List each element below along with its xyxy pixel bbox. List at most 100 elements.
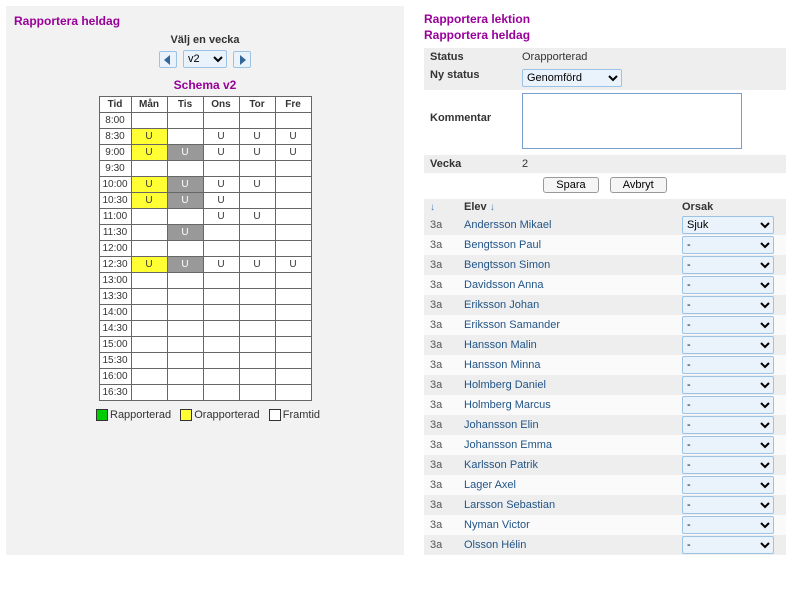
schema-title: Schema v2 — [14, 78, 396, 92]
schedule-cell — [167, 353, 203, 369]
student-link[interactable]: Holmberg Daniel — [464, 379, 546, 391]
student-link[interactable]: Hansson Malin — [464, 339, 537, 351]
time-cell: 10:00 — [99, 177, 131, 193]
time-cell: 9:00 — [99, 145, 131, 161]
student-link[interactable]: Davidsson Anna — [464, 279, 544, 291]
schedule-cell — [167, 289, 203, 305]
schedule-cell[interactable]: U — [167, 257, 203, 273]
cause-select[interactable]: - — [682, 336, 774, 354]
student-class: 3a — [424, 215, 458, 235]
student-link[interactable]: Johansson Elin — [464, 419, 539, 431]
schedule-cell — [131, 225, 167, 241]
schedule-cell — [275, 241, 311, 257]
schedule-cell[interactable]: U — [203, 257, 239, 273]
comment-textarea[interactable] — [522, 93, 742, 149]
schedule-cell[interactable]: U — [275, 129, 311, 145]
schedule-cell — [167, 385, 203, 401]
student-link[interactable]: Eriksson Samander — [464, 319, 560, 331]
schedule-cell[interactable]: U — [167, 225, 203, 241]
prev-week-button[interactable] — [159, 51, 177, 68]
cause-select[interactable]: - — [682, 396, 774, 414]
cause-select[interactable]: Sjuk — [682, 216, 774, 234]
student-link[interactable]: Johansson Emma — [464, 439, 552, 451]
time-cell: 15:00 — [99, 337, 131, 353]
schedule-cell[interactable]: U — [239, 209, 275, 225]
schedule-cell[interactable]: U — [203, 129, 239, 145]
cause-select[interactable]: - — [682, 356, 774, 374]
schedule-cell[interactable]: U — [239, 177, 275, 193]
schedule-cell — [203, 113, 239, 129]
student-link[interactable]: Hansson Minna — [464, 359, 540, 371]
cause-select[interactable]: - — [682, 416, 774, 434]
student-link[interactable]: Holmberg Marcus — [464, 399, 551, 411]
sched-col-header: Fre — [275, 97, 311, 113]
student-link[interactable]: Bengtsson Paul — [464, 239, 541, 251]
new-status-select[interactable]: Genomförd — [522, 69, 622, 87]
student-link[interactable]: Olsson Hélin — [464, 539, 526, 551]
next-week-button[interactable] — [233, 51, 251, 68]
students-table: ↓ Elev ↓ Orsak 3aAndersson MikaelSjuk3aB… — [424, 199, 786, 555]
student-class: 3a — [424, 315, 458, 335]
cause-select[interactable]: - — [682, 516, 774, 534]
schedule-cell[interactable]: U — [131, 193, 167, 209]
schedule-cell — [203, 225, 239, 241]
schedule-cell[interactable]: U — [131, 145, 167, 161]
student-link[interactable]: Nyman Victor — [464, 519, 530, 531]
student-link[interactable]: Andersson Mikael — [464, 219, 551, 231]
week-select[interactable]: v2 — [183, 50, 227, 68]
schedule-cell — [275, 305, 311, 321]
schedule-cell[interactable]: U — [131, 129, 167, 145]
schedule-cell — [203, 337, 239, 353]
student-link[interactable]: Eriksson Johan — [464, 299, 539, 311]
student-link[interactable]: Bengtsson Simon — [464, 259, 550, 271]
schedule-cell[interactable]: U — [275, 257, 311, 273]
student-class: 3a — [424, 535, 458, 555]
save-button[interactable]: Spara — [543, 177, 598, 193]
cancel-button[interactable]: Avbryt — [610, 177, 667, 193]
student-class: 3a — [424, 415, 458, 435]
schedule-cell[interactable]: U — [131, 177, 167, 193]
lesson-form: Status Orapporterad Ny status Genomförd … — [424, 48, 786, 173]
schedule-cell[interactable]: U — [239, 145, 275, 161]
cause-select[interactable]: - — [682, 296, 774, 314]
cause-select[interactable]: - — [682, 256, 774, 274]
cause-select[interactable]: - — [682, 376, 774, 394]
schedule-cell[interactable]: U — [167, 145, 203, 161]
cause-select[interactable]: - — [682, 236, 774, 254]
cause-select[interactable]: - — [682, 496, 774, 514]
student-link[interactable]: Lager Axel — [464, 479, 516, 491]
cause-select[interactable]: - — [682, 476, 774, 494]
cause-select[interactable]: - — [682, 536, 774, 554]
schedule-cell — [167, 321, 203, 337]
schedule-cell — [203, 289, 239, 305]
cause-select[interactable]: - — [682, 316, 774, 334]
time-cell: 9:30 — [99, 161, 131, 177]
cause-select[interactable]: - — [682, 456, 774, 474]
schedule-cell[interactable]: U — [167, 177, 203, 193]
schedule-cell — [167, 337, 203, 353]
student-link[interactable]: Karlsson Patrik — [464, 459, 538, 471]
schedule-cell[interactable]: U — [203, 193, 239, 209]
schedule-cell — [275, 209, 311, 225]
cause-select[interactable]: - — [682, 436, 774, 454]
schedule-cell — [275, 113, 311, 129]
schedule-cell[interactable]: U — [203, 177, 239, 193]
sort-student-icon[interactable]: ↓ — [490, 202, 495, 213]
sort-class-icon[interactable]: ↓ — [430, 202, 435, 213]
schedule-cell[interactable]: U — [239, 129, 275, 145]
schedule-cell[interactable]: U — [203, 209, 239, 225]
schedule-cell — [239, 161, 275, 177]
schedule-cell — [203, 321, 239, 337]
student-link[interactable]: Larsson Sebastian — [464, 499, 555, 511]
table-row: 3aBengtsson Simon- — [424, 255, 786, 275]
time-cell: 16:30 — [99, 385, 131, 401]
legend-unreported-box — [180, 409, 192, 421]
schedule-cell[interactable]: U — [167, 193, 203, 209]
schedule-cell[interactable]: U — [239, 257, 275, 273]
schedule-cell[interactable]: U — [131, 257, 167, 273]
schedule-cell[interactable]: U — [203, 145, 239, 161]
schedule-cell[interactable]: U — [275, 145, 311, 161]
student-class: 3a — [424, 395, 458, 415]
cause-select[interactable]: - — [682, 276, 774, 294]
sched-col-header: Ons — [203, 97, 239, 113]
